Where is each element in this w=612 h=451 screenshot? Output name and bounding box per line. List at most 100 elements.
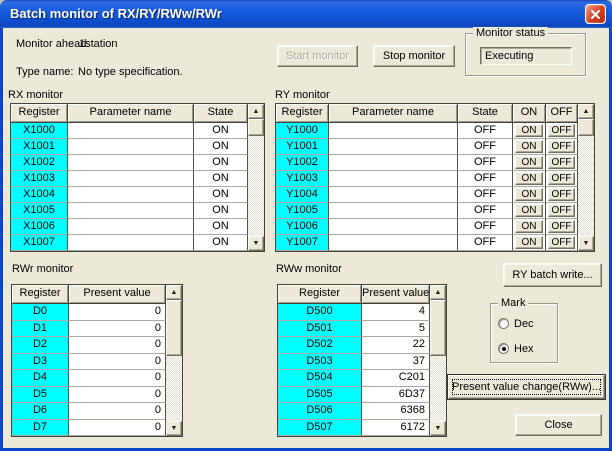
radio-unselected-icon[interactable] [498,318,509,329]
register-cell: D4 [12,370,69,387]
on-button[interactable]: ON [515,172,543,185]
rx-header-register[interactable]: Register [11,104,68,123]
present-value-cell: 6D37 [362,387,430,404]
present-value-cell: 5 [362,321,430,338]
ry-table-body: Y1000OFFONOFFY1001OFFONOFFY1002OFFONOFFY… [276,123,594,251]
present-value-cell: 0 [69,403,166,420]
present-value-cell: 0 [69,420,166,437]
scroll-thumb[interactable] [166,300,182,356]
scroll-up-icon[interactable]: ▲ [578,104,594,119]
register-cell: Y1002 [276,155,329,171]
off-button[interactable]: OFF [548,220,575,233]
on-cell: ON [513,235,546,251]
scroll-down-icon[interactable]: ▼ [430,421,446,436]
off-cell: OFF [546,235,578,251]
start-monitor-button[interactable]: Start monitor [277,45,358,67]
present-value-change-button[interactable]: Present value change(RWw)... [448,375,605,399]
off-button[interactable]: OFF [548,172,575,185]
register-cell: D505 [278,387,362,404]
rwr-header-register[interactable]: Register [12,285,69,304]
rx-header-state[interactable]: State [194,104,248,123]
rx-header-parameter-name[interactable]: Parameter name [68,104,194,123]
on-button[interactable]: ON [515,140,543,153]
table-row: X1003ON [11,171,264,187]
state-cell: ON [194,155,248,171]
off-button[interactable]: OFF [548,188,575,201]
register-cell: D503 [278,354,362,371]
rww-scrollbar[interactable]: ▲ ▼ [430,285,446,436]
register-cell: Y1004 [276,187,329,203]
state-cell: OFF [458,139,513,155]
rwr-monitor-label: RWr monitor [12,263,73,276]
scroll-down-icon[interactable]: ▼ [166,421,182,436]
table-row: D5076172 [278,420,446,437]
mark-group: Mark Dec Hex [490,303,558,363]
off-button[interactable]: OFF [548,204,575,217]
off-cell: OFF [546,171,578,187]
off-cell: OFF [546,155,578,171]
table-row: Y1001OFFONOFF [276,139,594,155]
close-dialog-button[interactable]: Close [515,414,602,436]
monitor-status-group: Monitor status Executing [465,33,586,76]
state-cell: ON [194,203,248,219]
table-row: Y1007OFFONOFF [276,235,594,251]
scroll-up-icon[interactable]: ▲ [248,104,264,119]
register-cell: Y1005 [276,203,329,219]
rx-scrollbar[interactable]: ▲ ▼ [248,104,264,251]
scroll-up-icon[interactable]: ▲ [430,285,446,300]
scroll-up-icon[interactable]: ▲ [166,285,182,300]
ry-header-off[interactable]: OFF [546,104,578,123]
state-cell: ON [194,219,248,235]
on-button[interactable]: ON [515,156,543,169]
on-button[interactable]: ON [515,220,543,233]
ry-header-state[interactable]: State [458,104,513,123]
state-cell: ON [194,139,248,155]
register-cell: X1001 [11,139,68,155]
table-row: Y1006OFFONOFF [276,219,594,235]
radio-hex[interactable]: Hex [498,342,534,355]
stop-monitor-button[interactable]: Stop monitor [373,45,455,67]
off-button[interactable]: OFF [548,236,575,249]
radio-dec-label[interactable]: Dec [514,318,534,330]
scroll-thumb[interactable] [430,300,446,356]
rww-header-register[interactable]: Register [278,285,362,304]
present-value-cell: 0 [69,304,166,321]
on-button[interactable]: ON [515,124,543,137]
radio-hex-label[interactable]: Hex [514,343,534,355]
on-button[interactable]: ON [515,188,543,201]
radio-dec[interactable]: Dec [498,317,534,330]
scroll-down-icon[interactable]: ▼ [248,236,264,251]
rww-monitor-table: Register Present value D5004D5015D50222D… [277,284,447,437]
title-bar[interactable]: Batch monitor of RX/RY/RWw/RWr [0,0,612,28]
rww-table-header: Register Present value [278,285,446,304]
register-cell: X1003 [11,171,68,187]
present-value-cell: 0 [69,387,166,404]
ry-header-register[interactable]: Register [276,104,329,123]
register-cell: Y1000 [276,123,329,139]
on-cell: ON [513,155,546,171]
radio-selected-icon[interactable] [498,343,509,354]
table-row: D40 [12,370,182,387]
rwr-header-present-value[interactable]: Present value [69,285,166,304]
state-cell: OFF [458,123,513,139]
off-button[interactable]: OFF [548,124,575,137]
scroll-thumb[interactable] [578,119,594,136]
ry-scrollbar[interactable]: ▲ ▼ [578,104,594,251]
ry-table-header: Register Parameter name State ON OFF [276,104,594,123]
close-button[interactable] [585,4,606,24]
off-button[interactable]: OFF [548,156,575,169]
rww-monitor-label: RWw monitor [276,263,342,276]
ry-batch-write-button[interactable]: RY batch write... [503,263,602,287]
state-cell: OFF [458,219,513,235]
scroll-down-icon[interactable]: ▼ [578,236,594,251]
scroll-thumb[interactable] [248,119,264,136]
ry-header-on[interactable]: ON [513,104,546,123]
rwr-scrollbar[interactable]: ▲ ▼ [166,285,182,436]
off-button[interactable]: OFF [548,140,575,153]
on-button[interactable]: ON [515,236,543,249]
ry-header-parameter-name[interactable]: Parameter name [329,104,458,123]
on-button[interactable]: ON [515,204,543,217]
rww-header-present-value[interactable]: Present value [362,285,430,304]
table-row: D70 [12,420,182,437]
window-title: Batch monitor of RX/RY/RWw/RWr [10,6,222,21]
